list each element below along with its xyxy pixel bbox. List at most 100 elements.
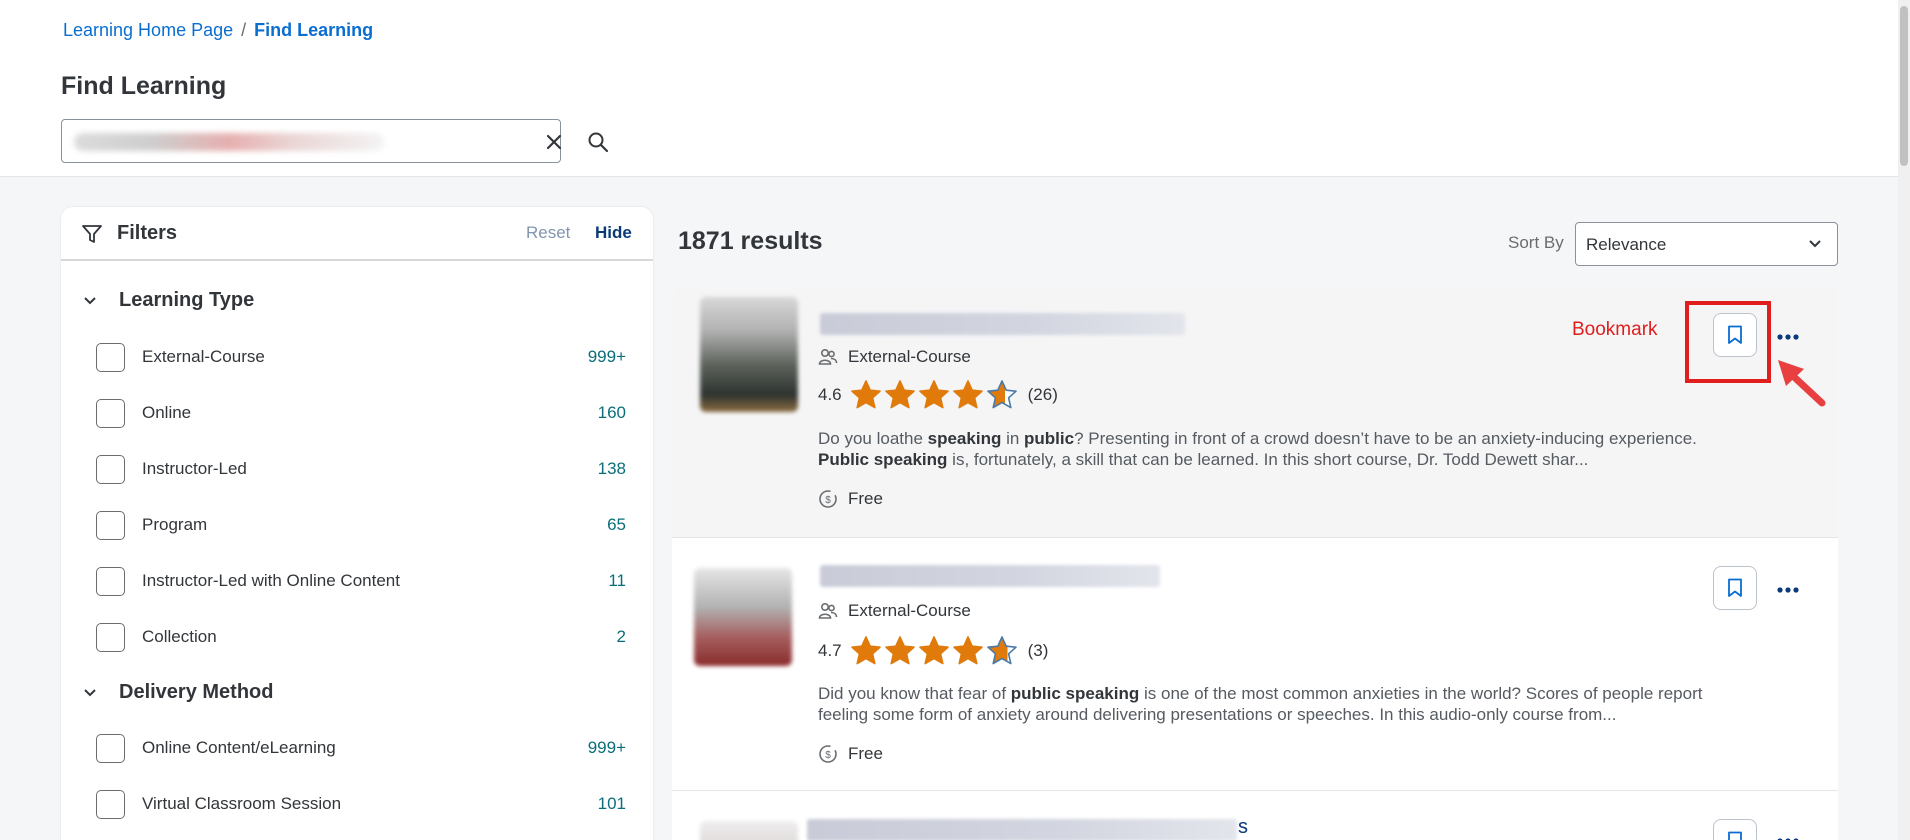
annotation-arrow-icon: [1778, 360, 1826, 407]
breadcrumb-separator: /: [241, 20, 247, 40]
course-description: Did you know that fear of public speakin…: [818, 684, 1703, 724]
filter-option-external-course[interactable]: External-Course 999+: [96, 342, 626, 372]
rating-count: (3): [1027, 641, 1049, 660]
filter-option-label: Program: [142, 515, 208, 534]
filter-option-count: 11: [608, 571, 626, 590]
checkbox[interactable]: [96, 342, 125, 372]
filter-option-count: 138: [597, 459, 626, 478]
more-options-button[interactable]: [1771, 831, 1805, 840]
search-input[interactable]: [72, 126, 472, 156]
star-full-icon: [952, 380, 983, 409]
filter-option-label: Virtual Classroom Session: [142, 794, 342, 813]
result-card[interactable]: External-Course 4.6 (26) Do you loathe s…: [672, 287, 1838, 538]
page-title: Find Learning: [61, 72, 227, 100]
filter-option-online[interactable]: Online 160: [96, 398, 626, 428]
more-options-button[interactable]: [1771, 580, 1805, 600]
bookmark-button[interactable]: [1713, 566, 1757, 610]
course-title-redacted[interactable]: [820, 313, 1185, 335]
breadcrumb-home-link[interactable]: Learning Home Page: [63, 20, 233, 41]
star-full-icon: [850, 636, 881, 665]
course-price: $ Free: [818, 489, 883, 509]
course-description: Do you loathe speaking in public? Presen…: [818, 429, 1697, 469]
rating-stars: [850, 635, 1018, 667]
star-full-icon: [884, 636, 915, 665]
results-count: 1871 results: [678, 227, 823, 255]
price-label: Free: [848, 744, 883, 763]
course-type-label: External-Course: [848, 601, 971, 620]
result-card[interactable]: s: [672, 791, 1838, 840]
price-label: Free: [848, 489, 883, 508]
checkbox[interactable]: [96, 566, 125, 596]
price-tag-icon: $: [819, 490, 837, 508]
scroll-thumb[interactable]: [1900, 6, 1908, 166]
star-full-icon: [952, 636, 983, 665]
filter-group-title: Delivery Method: [119, 680, 274, 703]
filter-funnel-icon: [81, 223, 103, 245]
course-title-tail[interactable]: s: [1238, 816, 1248, 839]
filter-option-instructor-led-online[interactable]: Instructor-Led with Online Content 11: [96, 566, 626, 596]
filters-title: Filters: [117, 222, 178, 244]
reset-filters-button[interactable]: Reset: [526, 223, 570, 243]
checkbox[interactable]: [96, 622, 125, 652]
rating-count: (26): [1027, 385, 1058, 404]
filter-option-count: 999+: [587, 738, 626, 757]
filter-option-count: 999+: [587, 347, 626, 366]
course-title-redacted[interactable]: [807, 819, 1237, 840]
star-full-icon: [918, 636, 949, 665]
course-title-redacted[interactable]: [820, 565, 1160, 587]
close-icon[interactable]: [542, 130, 566, 154]
rating-stars: [850, 379, 1018, 411]
more-options-button[interactable]: [1771, 327, 1805, 347]
chevron-down-icon: [1809, 240, 1821, 248]
rating-value: 4.7: [818, 641, 842, 660]
course-rating: 4.7 (3): [818, 635, 1048, 667]
page-scrollbar[interactable]: [1898, 0, 1910, 840]
more-dots-icon: [1777, 587, 1799, 593]
filter-option-count: 2: [616, 627, 626, 646]
search-icon[interactable]: [586, 130, 610, 154]
filter-option-program[interactable]: Program 65: [96, 510, 626, 540]
page-header: Learning Home Page / Find Learning Find …: [0, 0, 1898, 177]
rating-value: 4.6: [818, 385, 842, 404]
search-box: [61, 119, 609, 163]
breadcrumb-current[interactable]: Find Learning: [254, 20, 373, 41]
filter-group-delivery-method[interactable]: Delivery Method: [81, 677, 273, 707]
course-type: External-Course: [818, 347, 971, 367]
star-full-icon: [918, 380, 949, 409]
filter-option-label: Instructor-Led with Online Content: [142, 571, 400, 590]
filter-option-label: Instructor-Led: [142, 459, 247, 478]
filter-option-online-content[interactable]: Online Content/eLearning 999+: [96, 733, 626, 763]
bookmark-icon: [1728, 578, 1742, 597]
annotation-highlight-box: [1685, 301, 1771, 383]
filters-header: Filters Reset Hide: [61, 207, 653, 261]
filters-panel: Filters Reset Hide Learning Type Externa…: [61, 207, 653, 840]
filter-option-count: 160: [597, 403, 626, 422]
bookmark-button[interactable]: [1713, 819, 1757, 840]
checkbox[interactable]: [96, 733, 125, 763]
price-tag-icon: $: [819, 745, 837, 763]
checkbox[interactable]: [96, 789, 125, 819]
svg-text:$: $: [825, 495, 831, 506]
course-type: External-Course: [818, 601, 971, 621]
filter-option-label: Online Content/eLearning: [142, 738, 336, 757]
filter-option-label: External-Course: [142, 347, 265, 366]
filter-group-title: Learning Type: [119, 288, 255, 311]
filter-option-instructor-led[interactable]: Instructor-Led 138: [96, 454, 626, 484]
filter-option-label: Online: [142, 403, 192, 422]
filter-group-learning-type[interactable]: Learning Type: [81, 285, 254, 315]
bookmark-icon: [1728, 831, 1742, 840]
hide-filters-button[interactable]: Hide: [595, 223, 632, 243]
course-thumbnail[interactable]: [700, 297, 798, 412]
filter-option-collection[interactable]: Collection 2: [96, 622, 626, 652]
sort-select[interactable]: Relevance: [1575, 222, 1838, 266]
sort-value: Relevance: [1586, 235, 1667, 254]
filter-option-virtual-classroom[interactable]: Virtual Classroom Session 101: [96, 789, 626, 819]
filter-option-count: 101: [597, 794, 626, 813]
result-card[interactable]: External-Course 4.7 (3) Did you know tha…: [672, 538, 1838, 791]
filter-option-label: Collection: [142, 627, 217, 646]
course-thumbnail[interactable]: [700, 821, 798, 840]
checkbox[interactable]: [96, 454, 125, 484]
course-thumbnail[interactable]: [694, 568, 792, 666]
checkbox[interactable]: [96, 510, 125, 540]
checkbox[interactable]: [96, 398, 125, 428]
